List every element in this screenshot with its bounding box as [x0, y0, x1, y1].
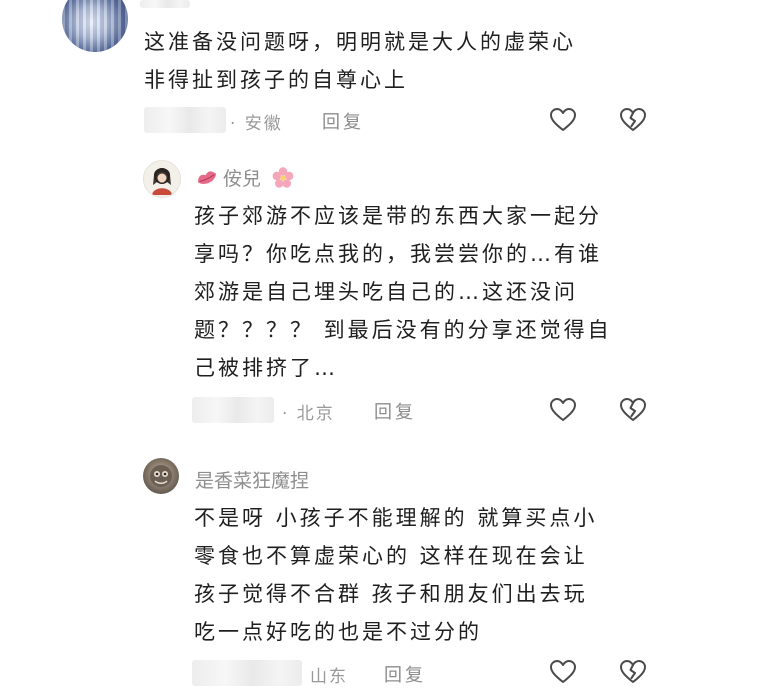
avatar-image: [150, 465, 172, 487]
dislike-button[interactable]: [618, 657, 648, 687]
username-masked: [140, 0, 190, 8]
lips-emoji-icon: [197, 171, 217, 184]
comment-line: 吃一点好吃的也是不过分的: [194, 620, 482, 644]
comment-line: 郊游是自己埋头吃自己的…这还没问: [194, 280, 578, 304]
comment-line: 孩子觉得不合群 孩子和朋友们出去玩: [194, 582, 588, 606]
avatar[interactable]: [143, 160, 181, 198]
heart-outline-icon: [550, 108, 576, 131]
username[interactable]: 是香菜狂魔捏: [195, 466, 309, 493]
reply-button[interactable]: 回复: [384, 661, 426, 687]
comment-line: 享吗？你吃点我的，我尝尝你的…有谁: [194, 242, 602, 266]
timestamp-masked: [192, 397, 274, 423]
avatar[interactable]: [62, 0, 128, 52]
broken-heart-outline-icon: [620, 108, 646, 131]
avatar[interactable]: [143, 458, 179, 494]
reply-button[interactable]: 回复: [374, 398, 416, 424]
comment-line: 孩子郊游不应该是带的东西大家一起分: [194, 204, 602, 228]
location: 山东: [310, 667, 348, 687]
dislike-button[interactable]: [618, 395, 648, 425]
like-button[interactable]: [548, 395, 578, 425]
avatar-image: [152, 168, 172, 195]
like-button[interactable]: [548, 657, 578, 687]
comment-line: 己被排挤了…: [194, 356, 338, 380]
heart-outline-icon: [550, 398, 576, 421]
like-button[interactable]: [548, 105, 578, 135]
comment-line: 非得扯到孩子的自尊心上: [144, 68, 408, 92]
heart-outline-icon: [550, 660, 576, 683]
timestamp-masked: [192, 660, 302, 686]
comment-line: 零食也不算虚荣心的 这样在现在会让: [194, 544, 588, 568]
reply-button[interactable]: 回复: [322, 108, 364, 134]
cherry-blossom-emoji-icon: [272, 167, 294, 188]
timestamp-masked: [144, 107, 226, 133]
broken-heart-outline-icon: [620, 398, 646, 421]
comment-line: 题？？？？ 到最后没有的分享还觉得自: [194, 318, 612, 342]
location: · 北京: [282, 404, 335, 424]
location: · 安徽: [230, 114, 283, 134]
username[interactable]: 侒兒: [223, 164, 261, 191]
comment-line: 这准备没问题呀，明明就是大人的虚荣心: [144, 30, 576, 54]
broken-heart-outline-icon: [620, 660, 646, 683]
dislike-button[interactable]: [618, 105, 648, 135]
comment-line: 不是呀 小孩子不能理解的 就算买点小: [194, 506, 598, 530]
